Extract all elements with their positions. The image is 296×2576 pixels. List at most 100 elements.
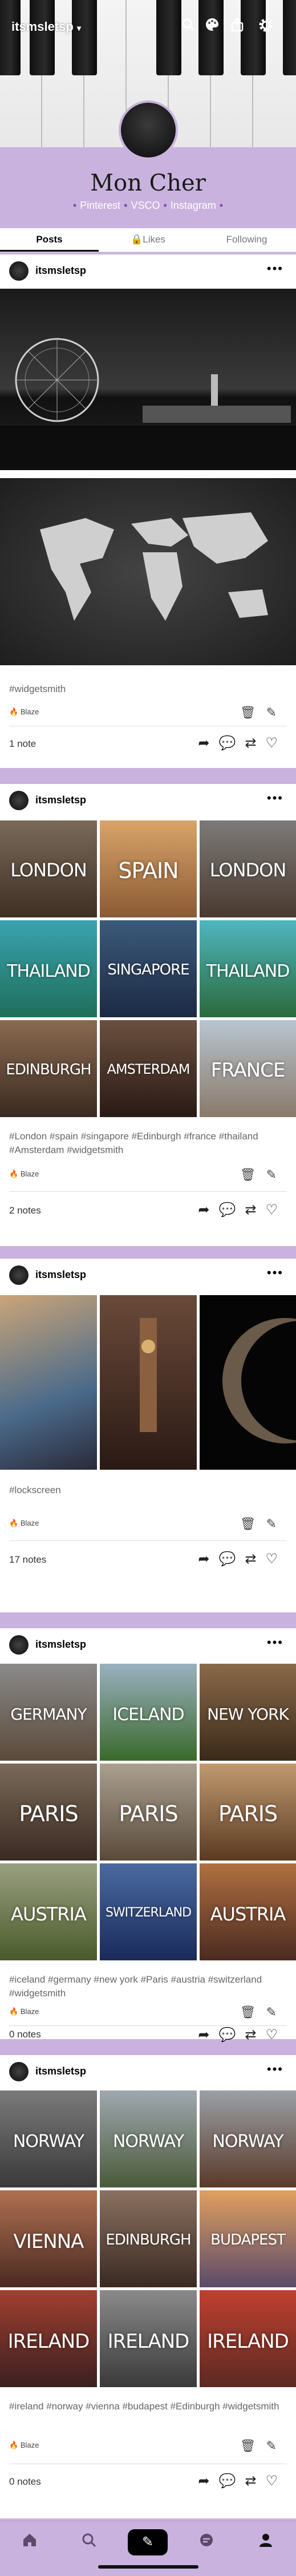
link-pinterest[interactable]: Pinterest — [80, 200, 120, 211]
share-icon[interactable] — [228, 17, 247, 37]
share-icon[interactable]: ➦ — [198, 1202, 218, 1218]
grid-image[interactable]: IRELAND — [0, 2290, 97, 2387]
lockscreen-image[interactable] — [200, 1295, 296, 1470]
blog-switcher[interactable]: itsmsletsp ▾ — [11, 19, 81, 34]
share-icon[interactable]: ➦ — [198, 2027, 218, 2043]
heart-icon[interactable]: ♡ — [265, 1551, 287, 1567]
tab-posts[interactable]: Posts — [0, 228, 99, 252]
post-image-london-eye[interactable] — [0, 289, 296, 470]
edit-icon[interactable]: ✎ — [266, 1167, 287, 1182]
link-instagram[interactable]: Instagram — [171, 200, 216, 211]
compose-button[interactable]: ✎ — [128, 2529, 168, 2555]
notes-count[interactable]: 2 notes — [9, 1205, 41, 1216]
palette-icon[interactable] — [202, 17, 222, 37]
heart-icon[interactable]: ♡ — [265, 735, 287, 751]
delete-icon[interactable]: 🗑 — [240, 705, 266, 719]
avatar[interactable] — [9, 261, 29, 281]
edit-icon[interactable]: ✎ — [266, 2438, 287, 2453]
grid-image[interactable]: IRELAND — [100, 2290, 197, 2387]
lockscreen-image[interactable] — [100, 1295, 197, 1470]
grid-image[interactable]: SWITZERLAND — [100, 1863, 197, 1960]
grid-image[interactable]: PARIS — [200, 1764, 296, 1861]
avatar[interactable] — [9, 2062, 29, 2081]
grid-image[interactable]: AUSTRIA — [200, 1863, 296, 1960]
avatar[interactable] — [9, 1635, 29, 1655]
activity-icon[interactable] — [195, 2531, 218, 2554]
blaze-button[interactable]: 🔥 Blaze — [9, 2007, 39, 2016]
post-image-world-map[interactable] — [0, 478, 296, 665]
link-vsco[interactable]: VSCO — [131, 200, 160, 211]
blaze-button[interactable]: 🔥 Blaze — [9, 1170, 39, 1179]
heart-icon[interactable]: ♡ — [265, 2473, 287, 2489]
more-options-icon[interactable]: ••• — [267, 791, 283, 806]
post-username[interactable]: itsmsletsp — [35, 2065, 86, 2077]
heart-icon[interactable]: ♡ — [265, 2027, 287, 2043]
reply-icon[interactable]: 💬 — [218, 1202, 245, 1218]
grid-image[interactable]: PARIS — [0, 1764, 97, 1861]
grid-image[interactable]: SINGAPORE — [100, 920, 197, 1017]
gear-icon[interactable] — [256, 17, 275, 37]
grid-image[interactable]: FRANCE — [200, 1020, 296, 1117]
post-tags[interactable]: #lockscreen — [0, 1478, 70, 1497]
post-username[interactable]: itsmsletsp — [35, 1639, 86, 1651]
edit-icon[interactable]: ✎ — [266, 2005, 287, 2019]
delete-icon[interactable]: 🗑 — [240, 1517, 266, 1531]
blaze-button[interactable]: 🔥 Blaze — [9, 707, 39, 717]
grid-image[interactable]: THAILAND — [0, 920, 97, 1017]
reply-icon[interactable]: 💬 — [218, 2473, 245, 2489]
blog-avatar[interactable] — [119, 100, 178, 160]
grid-image[interactable]: LONDON — [0, 820, 97, 917]
edit-icon[interactable]: ✎ — [266, 1517, 287, 1531]
notes-count[interactable]: 0 notes — [9, 2476, 41, 2488]
more-options-icon[interactable]: ••• — [267, 1265, 283, 1280]
post-tags[interactable]: #iceland #germany #new york #Paris #aust… — [0, 1967, 296, 2000]
grid-image[interactable]: GERMANY — [0, 1664, 97, 1761]
delete-icon[interactable]: 🗑 — [240, 2005, 266, 2019]
post-tags[interactable]: #London #spain #singapore #Edinburgh #fr… — [0, 1124, 296, 1157]
post-tags[interactable]: #widgetsmith — [0, 677, 75, 696]
reply-icon[interactable]: 💬 — [218, 735, 245, 751]
grid-image[interactable]: NEW YORK — [200, 1664, 296, 1761]
grid-image[interactable]: EDINBURGH — [0, 1020, 97, 1117]
reblog-icon[interactable]: ⇄ — [245, 1202, 265, 1218]
tab-likes[interactable]: 🔒Likes — [99, 228, 197, 252]
notes-count[interactable]: 0 notes — [9, 2029, 41, 2040]
delete-icon[interactable]: 🗑 — [240, 1167, 266, 1182]
delete-icon[interactable]: 🗑 — [240, 2438, 266, 2453]
post-tags[interactable]: #ireland #norway #vienna #budapest #Edin… — [0, 2394, 289, 2413]
grid-image[interactable]: AMSTERDAM — [100, 1020, 197, 1117]
lockscreen-image[interactable] — [0, 1295, 97, 1470]
heart-icon[interactable]: ♡ — [265, 1202, 287, 1218]
grid-image[interactable]: AUSTRIA — [0, 1863, 97, 1960]
grid-image[interactable]: EDINBURGH — [100, 2190, 197, 2287]
search-icon[interactable] — [179, 17, 198, 37]
reblog-icon[interactable]: ⇄ — [245, 735, 265, 751]
grid-image[interactable]: THAILAND — [200, 920, 296, 1017]
grid-image[interactable]: NORWAY — [200, 2090, 296, 2187]
more-options-icon[interactable]: ••• — [267, 1635, 283, 1650]
grid-image[interactable]: LONDON — [200, 820, 296, 917]
post-username[interactable]: itsmsletsp — [35, 265, 86, 277]
grid-image[interactable]: NORWAY — [0, 2090, 97, 2187]
notes-count[interactable]: 17 notes — [9, 1554, 46, 1566]
share-icon[interactable]: ➦ — [198, 2473, 218, 2489]
grid-image[interactable]: PARIS — [100, 1764, 197, 1861]
reblog-icon[interactable]: ⇄ — [245, 1551, 265, 1567]
blaze-button[interactable]: 🔥 Blaze — [9, 2441, 39, 2450]
search-icon[interactable] — [78, 2531, 100, 2554]
edit-icon[interactable]: ✎ — [266, 705, 287, 719]
blaze-button[interactable]: 🔥 Blaze — [9, 1519, 39, 1528]
grid-image[interactable]: SPAIN — [100, 820, 197, 917]
post-username[interactable]: itsmsletsp — [35, 794, 86, 806]
post-username[interactable]: itsmsletsp — [35, 1269, 86, 1281]
more-options-icon[interactable]: ••• — [267, 261, 283, 276]
grid-image[interactable]: IRELAND — [200, 2290, 296, 2387]
reply-icon[interactable]: 💬 — [218, 1551, 245, 1567]
grid-image[interactable]: ICELAND — [100, 1664, 197, 1761]
more-options-icon[interactable]: ••• — [267, 2062, 283, 2077]
notes-count[interactable]: 1 note — [9, 738, 36, 750]
reblog-icon[interactable]: ⇄ — [245, 2473, 265, 2489]
avatar[interactable] — [9, 1265, 29, 1285]
share-icon[interactable]: ➦ — [198, 1551, 218, 1567]
tab-following[interactable]: Following — [197, 228, 296, 252]
